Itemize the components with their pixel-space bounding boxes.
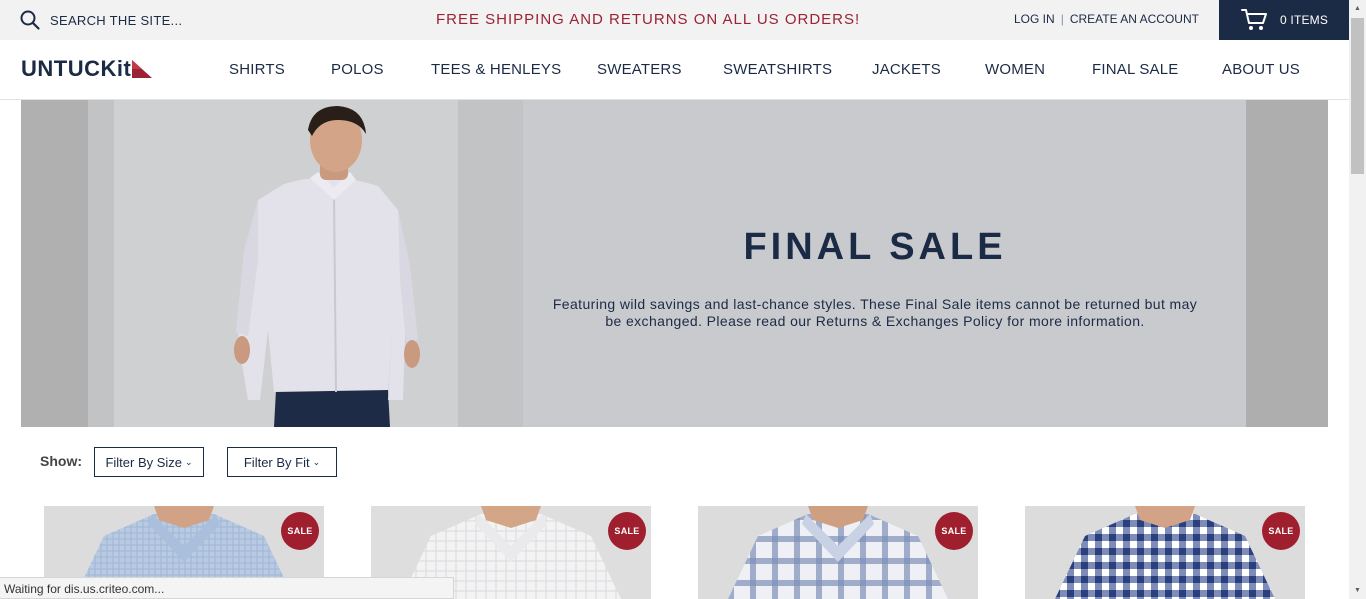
model-figure: [234, 106, 420, 427]
page-scrollbar[interactable]: ▲ ▼: [1349, 0, 1366, 599]
logo-text: UNTUCKit: [21, 56, 132, 81]
filter-by-fit-label: Filter By Fit: [243, 454, 310, 470]
search-box[interactable]: [20, 10, 210, 30]
chevron-down-icon: ⌄: [312, 456, 321, 467]
hero-banner: FINAL SALE Featuring wild savings and la…: [21, 100, 1328, 427]
hero-photo: [88, 100, 523, 427]
product-card[interactable]: SALE: [1025, 506, 1305, 599]
search-input[interactable]: [50, 12, 210, 28]
product-card[interactable]: SALE: [698, 506, 978, 599]
nav-item-shirts[interactable]: SHIRTS: [229, 61, 285, 78]
nav-item-women[interactable]: WOMEN: [985, 61, 1045, 78]
product-image: [698, 506, 978, 599]
nav-item-final-sale[interactable]: FINAL SALE: [1092, 61, 1178, 78]
scroll-up-arrow-icon[interactable]: ▲: [1349, 0, 1366, 17]
promo-banner: FREE SHIPPING AND RETURNS ON ALL US ORDE…: [436, 11, 861, 28]
scroll-down-arrow-icon[interactable]: ▼: [1349, 582, 1366, 599]
filter-by-fit-button[interactable]: Filter By Fit ⌄: [227, 447, 337, 477]
hero-side-band-right: [1246, 100, 1328, 427]
nav-item-tees-henleys[interactable]: TEES & HENLEYS: [431, 61, 561, 78]
hero-description: Featuring wild savings and last-chance s…: [552, 296, 1198, 329]
create-account-link[interactable]: CREATE AN ACCOUNT: [1070, 12, 1199, 26]
product-image: [1025, 506, 1305, 599]
cart-count: 0 ITEMS: [1280, 13, 1329, 27]
hero-side-band-left: [21, 100, 88, 427]
sale-badge: SALE: [608, 512, 646, 550]
utility-bar: FREE SHIPPING AND RETURNS ON ALL US ORDE…: [0, 0, 1349, 40]
scroll-thumb[interactable]: [1351, 18, 1364, 174]
hero-title: FINAL SALE: [743, 226, 1007, 268]
logo-flag-icon: [132, 60, 153, 78]
cart-button[interactable]: 0 ITEMS: [1219, 0, 1349, 40]
browser-status-bar: Waiting for dis.us.criteo.com...: [0, 577, 454, 599]
nav-item-sweaters[interactable]: SWEATERS: [597, 61, 682, 78]
sale-badge: SALE: [935, 512, 973, 550]
filter-by-size-label: Filter By Size: [105, 454, 183, 470]
main-nav: UNTUCKit SHIRTS POLOS TEES & HENLEYS SWE…: [0, 40, 1349, 100]
chevron-down-icon: ⌄: [185, 456, 193, 467]
page: FREE SHIPPING AND RETURNS ON ALL US ORDE…: [0, 0, 1366, 599]
cart-icon: [1241, 9, 1267, 30]
search-icon[interactable]: [20, 10, 40, 30]
nav-item-sweatshirts[interactable]: SWEATSHIRTS: [723, 61, 832, 78]
sale-badge: SALE: [281, 512, 319, 550]
logo[interactable]: UNTUCKit: [21, 56, 153, 82]
sale-badge: SALE: [1262, 512, 1300, 550]
account-separator: |: [1060, 12, 1064, 26]
nav-item-jackets[interactable]: JACKETS: [872, 61, 941, 78]
filter-by-size-button[interactable]: Filter By Size ⌄: [94, 447, 204, 477]
nav-item-about-us[interactable]: ABOUT US: [1222, 61, 1300, 78]
login-link[interactable]: LOG IN: [1014, 12, 1055, 26]
account-links: LOG IN | CREATE AN ACCOUNT: [1014, 12, 1199, 26]
filter-show-label: Show:: [40, 453, 82, 469]
nav-item-polos[interactable]: POLOS: [331, 61, 384, 78]
